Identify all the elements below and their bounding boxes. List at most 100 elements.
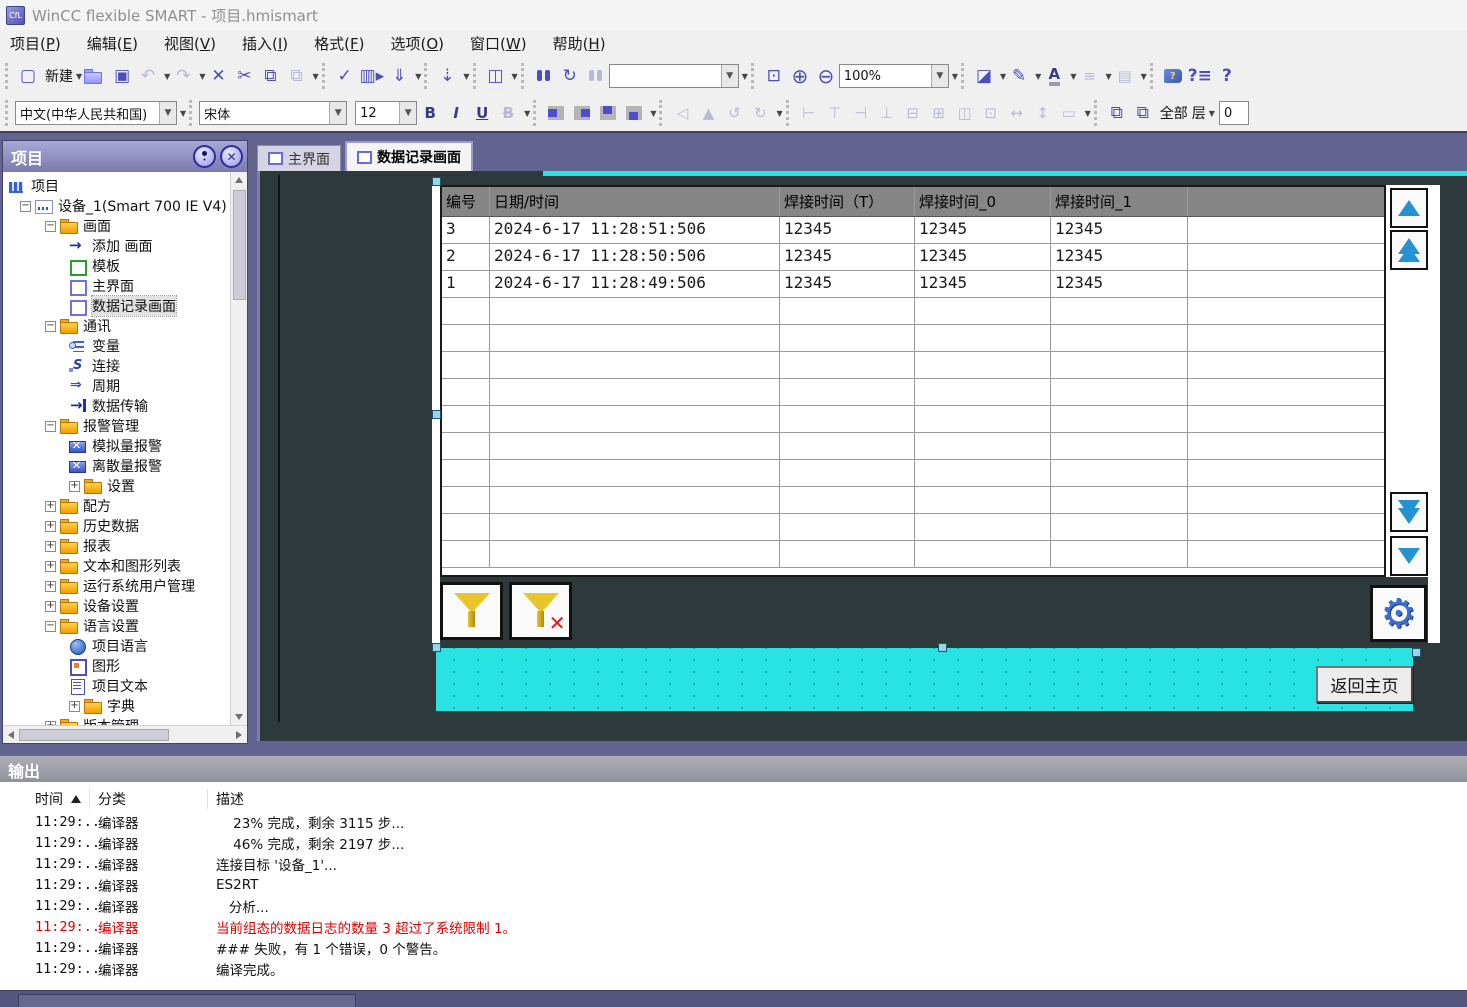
scroll-up-icon[interactable] [235, 177, 243, 183]
output-row[interactable]: 11:29:... 编译器 编译完成。 [0, 958, 1467, 979]
scroll-thumb[interactable] [19, 729, 169, 741]
tree-item-alarm-management[interactable]: 报警管理 [3, 416, 230, 436]
tree-item-text-graphic-lists[interactable]: 文本和图形列表 [3, 556, 230, 576]
fill-color-icon[interactable]: ◪ [971, 62, 997, 90]
selection-handle[interactable] [432, 410, 441, 419]
tree-item-version-management[interactable]: 版本管理 [3, 716, 230, 725]
align-right-edges-icon[interactable]: ⊣ [848, 99, 874, 127]
tree-item-project-languages[interactable]: 项目语言 [3, 636, 230, 656]
expand-toggle[interactable] [45, 541, 56, 552]
find-icon[interactable] [531, 62, 557, 90]
find-in-project-icon[interactable]: ◫ [483, 62, 509, 90]
selection-handle[interactable] [432, 643, 441, 652]
tree-item-dictionaries[interactable]: 字典 [3, 696, 230, 716]
tree-item-project-texts[interactable]: 项目文本 [3, 676, 230, 696]
scroll-down-icon[interactable] [235, 714, 243, 720]
check-consistency-icon[interactable]: ✓ [332, 62, 358, 90]
tab-datalog-screen[interactable]: 数据记录画面 [345, 141, 473, 171]
column-description[interactable]: 描述 [208, 789, 1467, 809]
tree-vertical-scrollbar[interactable] [230, 172, 247, 725]
expand-toggle[interactable] [45, 521, 56, 532]
align-top-edges-icon[interactable]: ⊥ [874, 99, 900, 127]
layers-all-label[interactable]: 全部 [1160, 103, 1188, 123]
send-backward-icon[interactable]: ⧉ [1130, 99, 1156, 127]
line-style-icon[interactable]: ≡ [1076, 62, 1102, 90]
collapse-toggle[interactable] [45, 221, 56, 232]
column-time[interactable]: 时间 [0, 789, 90, 809]
save-icon[interactable]: ▣ [109, 62, 135, 90]
rotate-right-icon[interactable]: ↻ [747, 99, 773, 127]
tree-item-datalog-screen[interactable]: 数据记录画面 [3, 296, 230, 316]
align-center-icon[interactable] [595, 99, 621, 127]
pen-color-icon[interactable]: ✎ [1006, 62, 1032, 90]
redo-icon[interactable]: ↷ [170, 62, 196, 90]
language-caret[interactable]: ▼ [180, 109, 186, 118]
zoom-area-icon[interactable]: ⊡ [761, 62, 787, 90]
search-input[interactable]: ▼ [609, 64, 739, 88]
align-bottom-icon[interactable] [621, 99, 647, 127]
expand-toggle[interactable] [69, 701, 80, 712]
tree-horizontal-scrollbar[interactable] [3, 725, 247, 743]
filter-button[interactable] [440, 582, 503, 640]
line-width-caret[interactable]: ▼ [1141, 72, 1147, 81]
same-height-icon[interactable]: ↕ [1030, 99, 1056, 127]
menu-window[interactable]: 窗口(W) [470, 33, 527, 54]
search-dropdown[interactable]: ▼ [721, 65, 738, 87]
tab-main-screen[interactable]: 主界面 [257, 145, 341, 171]
open-project-icon[interactable] [82, 62, 109, 90]
zoom-caret[interactable]: ▼ [952, 72, 958, 81]
menu-insert[interactable]: 插入(I) [242, 33, 288, 54]
distribute-h-icon[interactable]: ◫ [952, 99, 978, 127]
menu-view[interactable]: 视图(V) [164, 33, 216, 54]
scroll-down-button[interactable] [1390, 536, 1428, 576]
new-screen-icon[interactable]: ▢ [15, 62, 41, 90]
output-row[interactable]: 11:29:... 编译器 ### 失败，有 1 个错误，0 个警告。 [0, 937, 1467, 958]
align-top-left-icon[interactable] [543, 99, 569, 127]
replace-icon[interactable]: ↻ [557, 62, 583, 90]
clear-filter-button[interactable]: ✕ [509, 582, 572, 640]
tree-item-screens-folder[interactable]: 画面 [3, 216, 230, 236]
transfer-settings-icon[interactable]: ⇣ [434, 62, 460, 90]
font-dropdown[interactable]: ▼ [329, 102, 346, 124]
collapse-toggle[interactable] [45, 421, 56, 432]
expand-toggle[interactable] [45, 601, 56, 612]
output-row[interactable]: 11:29:... 编译器 分析... [0, 895, 1467, 916]
column-category[interactable]: 分类 [90, 789, 208, 809]
copy-icon[interactable]: ⧉ [257, 62, 283, 90]
find-caret[interactable]: ▼ [512, 72, 518, 81]
tree-item-graphics[interactable]: 图形 [3, 656, 230, 676]
hmi-screen-background[interactable]: 返回主页 [436, 648, 1413, 711]
expand-toggle[interactable] [45, 501, 56, 512]
menu-edit[interactable]: 编辑(E) [87, 33, 138, 54]
menu-options[interactable]: 选项(O) [390, 33, 444, 54]
collapse-toggle[interactable] [45, 621, 56, 632]
distribute-v-icon[interactable]: ⊡ [978, 99, 1004, 127]
tree-item-tags[interactable]: 变量 [3, 336, 230, 356]
align-bottom-edges-icon[interactable]: ⊞ [926, 99, 952, 127]
output-row[interactable]: 11:29:... 编译器 ES2RT [0, 874, 1467, 895]
find-next-icon[interactable] [583, 62, 609, 90]
font-size-dropdown[interactable]: ▼ [399, 102, 416, 124]
font-color-icon[interactable]: A [1041, 62, 1067, 90]
rotate-caret[interactable]: ▼ [776, 109, 782, 118]
same-size-icon[interactable]: ▭ [1056, 99, 1082, 127]
format-caret[interactable]: ▼ [524, 109, 530, 118]
output-row[interactable]: 11:29:... 编译器 46% 完成，剩余 2197 步... [0, 832, 1467, 853]
data-log-view[interactable]: 编号 日期/时间 焊接时间（T） 焊接时间_0 焊接时间_1 3 2024-6-… [440, 185, 1386, 577]
tree-item-device-1[interactable]: 设备_1(Smart 700 IE V4) [3, 196, 230, 216]
menu-project[interactable]: 项目(P) [10, 33, 61, 54]
align-middle-icon[interactable]: ⊟ [900, 99, 926, 127]
zoom-out-icon[interactable]: ⊖ [813, 62, 839, 90]
tree-item-runtime-user-admin[interactable]: 运行系统用户管理 [3, 576, 230, 596]
zoom-select[interactable]: 100% ▼ [839, 64, 949, 88]
tree-item-data-transfer[interactable]: 数据传输 [3, 396, 230, 416]
tree-item-main-screen[interactable]: 主界面 [3, 276, 230, 296]
collapse-toggle[interactable] [20, 201, 31, 212]
generate-icon[interactable]: ▥▸ [358, 62, 387, 90]
rotate-left-icon[interactable]: ↺ [721, 99, 747, 127]
align-left-edges-icon[interactable]: ⊢ [796, 99, 822, 127]
transfer-icon[interactable]: ⇓ [386, 62, 412, 90]
expand-toggle[interactable] [69, 481, 80, 492]
scroll-left-icon[interactable] [8, 731, 14, 739]
strikethrough-button[interactable]: B [495, 99, 521, 127]
